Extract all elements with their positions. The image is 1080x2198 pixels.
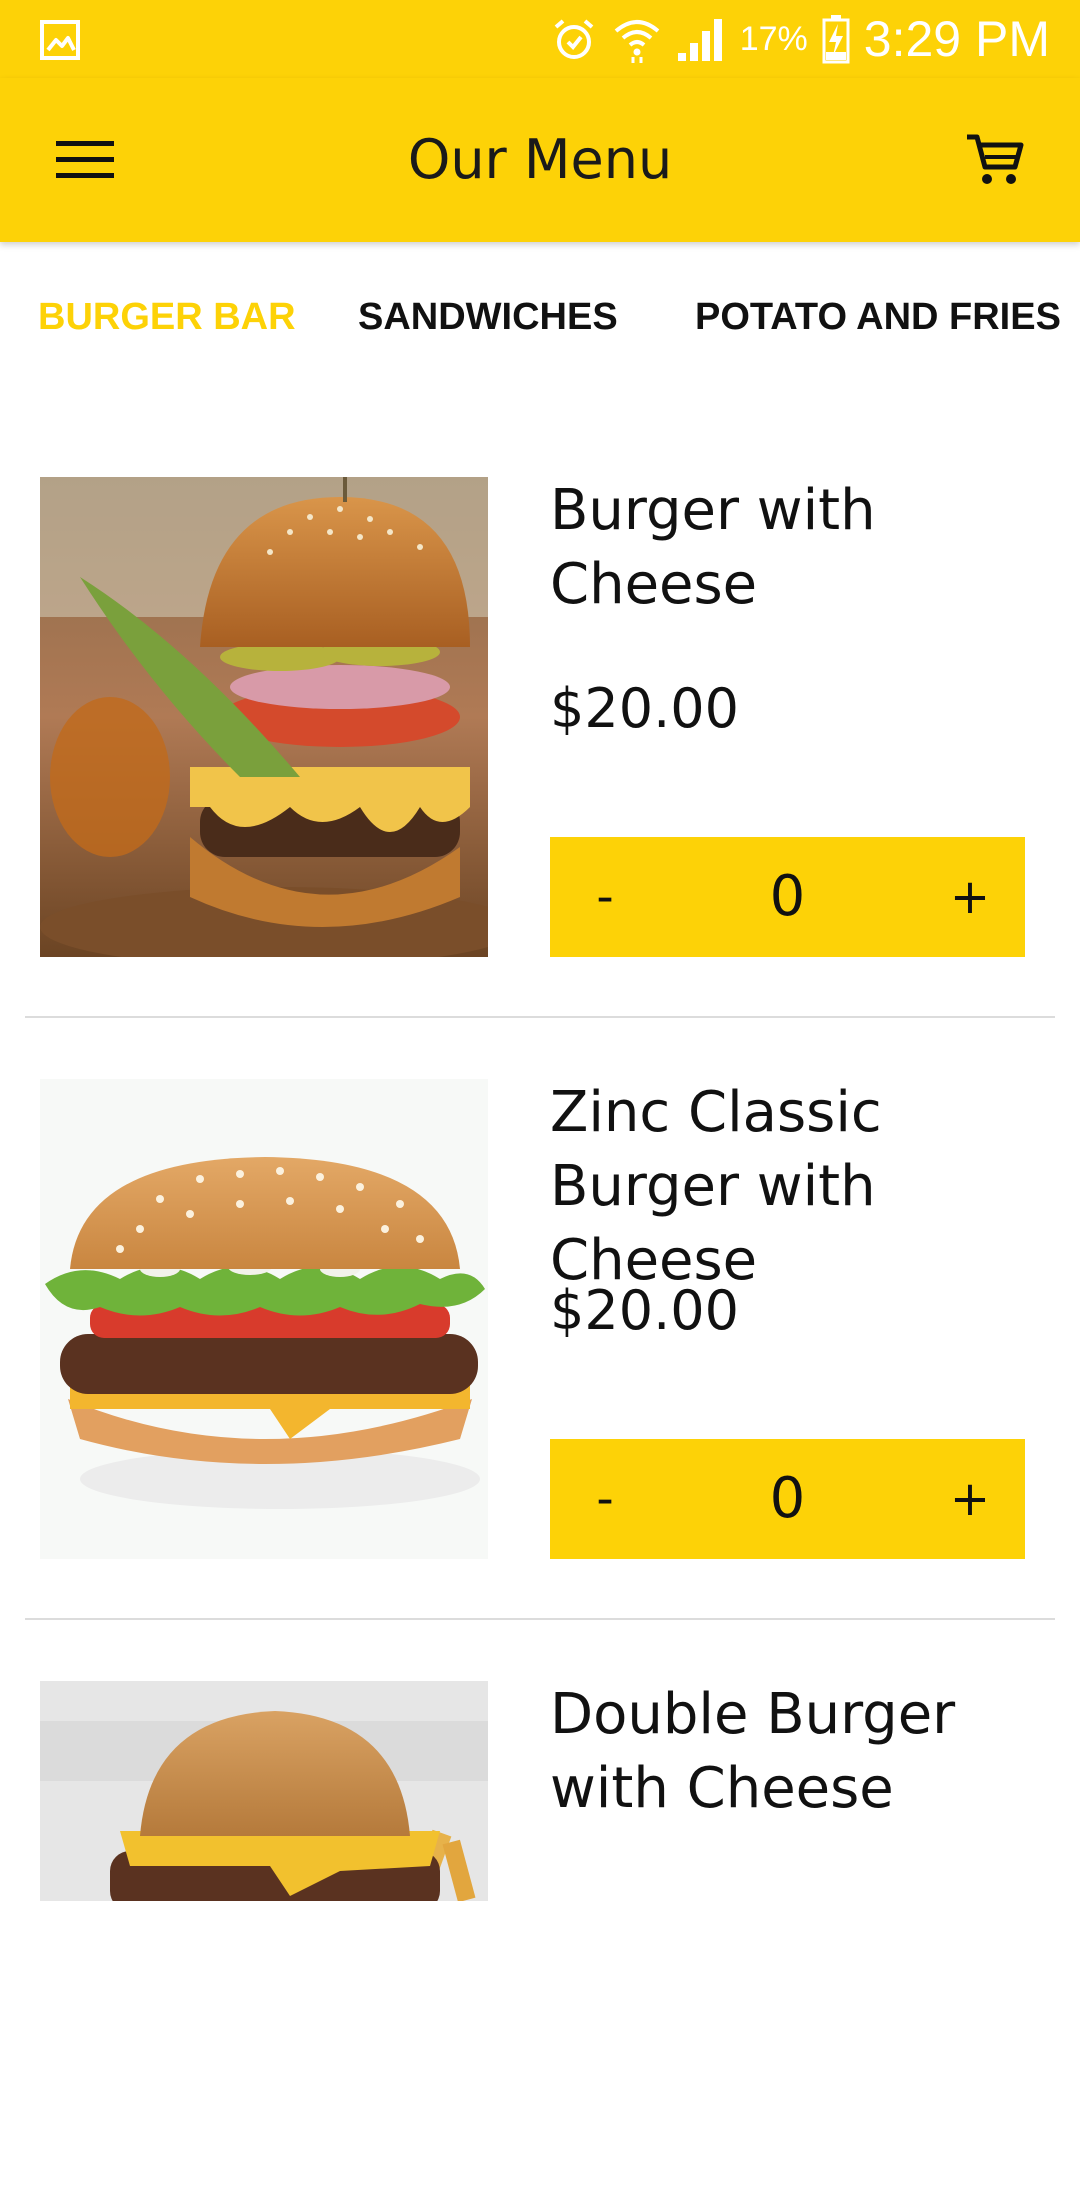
quantity-value: 0 [769, 1466, 806, 1531]
decrease-quantity-button[interactable]: - [570, 837, 640, 957]
decrease-quantity-button[interactable]: - [570, 1439, 640, 1559]
tab-potato-and-fries[interactable]: POTATO AND FRIES [695, 242, 1061, 392]
item-name: Zinc Classic Burger with Cheese [550, 1080, 882, 1293]
alarm-icon [550, 15, 598, 63]
hamburger-menu-button[interactable] [40, 120, 130, 200]
menu-item: Zinc Classic Burger with Cheese $20.00 -… [0, 994, 1080, 1620]
quantity-stepper: - 0 + [550, 1439, 1025, 1559]
menu-item: Burger with Cheese $20.00 - 0 + [0, 392, 1080, 1018]
cart-icon [967, 134, 1024, 184]
app-bar: Our Menu [0, 78, 1080, 242]
increase-quantity-button[interactable]: + [935, 837, 1005, 957]
double-burger-image [40, 1681, 488, 1901]
tab-sandwiches[interactable]: SANDWICHES [358, 242, 618, 392]
gallery-icon [40, 20, 80, 60]
category-tabs: BURGER BAR SANDWICHES POTATO AND FRIES [0, 242, 1080, 392]
menu-item: Double Burger with Cheese [0, 1596, 1080, 2198]
cart-button[interactable] [950, 120, 1040, 200]
increase-quantity-button[interactable]: + [935, 1439, 1005, 1559]
item-name: Double Burger with Cheese [550, 1682, 956, 1821]
item-price: $20.00 [550, 677, 739, 740]
status-bar: 17% 3:29 PM [0, 0, 1080, 78]
hamburger-menu-icon [56, 141, 114, 178]
wifi-icon [612, 15, 662, 63]
signal-icon [676, 15, 726, 63]
item-name: Burger with Cheese [550, 478, 876, 617]
item-price: $20.00 [550, 1279, 739, 1342]
tab-burger-bar[interactable]: BURGER BAR [38, 242, 296, 392]
zinc-classic-burger-image [40, 1079, 488, 1559]
battery-percentage: 17% [739, 19, 808, 58]
status-time: 3:29 PM [863, 11, 1050, 67]
quantity-value: 0 [769, 864, 806, 929]
status-icons: 17% 3:29 PM [550, 8, 1050, 70]
quantity-stepper: - 0 + [550, 837, 1025, 957]
burger-with-cheese-image [40, 477, 488, 957]
page-title: Our Menu [407, 128, 673, 191]
battery-charging-icon [822, 14, 850, 64]
